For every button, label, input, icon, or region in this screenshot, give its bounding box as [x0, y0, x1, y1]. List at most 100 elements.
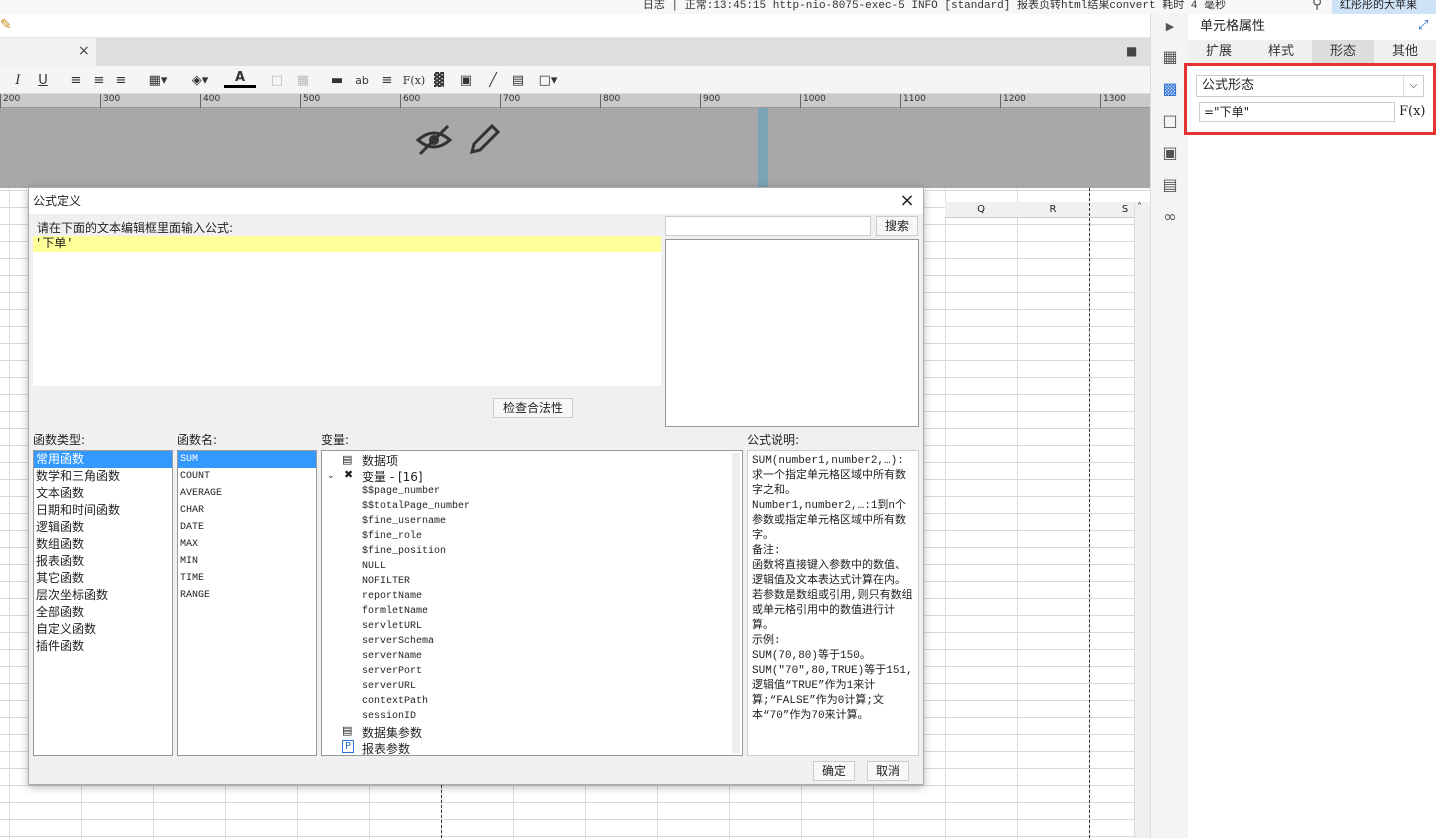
rich-text-icon[interactable]: ≡: [378, 70, 396, 90]
image-icon[interactable]: ▣: [456, 70, 476, 90]
layout-icon[interactable]: ▦: [1161, 48, 1179, 66]
function-name-list[interactable]: SUM COUNT AVERAGE CHAR DATE MAX MIN TIME…: [177, 450, 317, 756]
list-item[interactable]: COUNT: [178, 468, 316, 485]
link-icon[interactable]: ▬: [328, 70, 346, 90]
list-item[interactable]: 常用函数: [34, 451, 172, 468]
search-results[interactable]: [665, 239, 919, 427]
frame-icon[interactable]: □▾: [536, 70, 560, 90]
tree-expand-icon[interactable]: ⌄: [327, 471, 335, 481]
search-icon[interactable]: ⚲: [1312, 0, 1322, 12]
column-header-r[interactable]: R: [1017, 202, 1089, 218]
list-item[interactable]: MIN: [178, 553, 316, 570]
cancel-button[interactable]: 取消: [867, 761, 909, 781]
align-right-icon[interactable]: ≡: [111, 70, 131, 90]
border-icon[interactable]: ▦▾: [142, 70, 174, 90]
list-item[interactable]: 日期和时间函数: [34, 502, 172, 519]
list-item[interactable]: RANGE: [178, 587, 316, 604]
tree-variable[interactable]: reportName: [362, 589, 422, 604]
search-input[interactable]: [665, 216, 871, 236]
subreport-icon[interactable]: ▤: [509, 70, 527, 90]
hide-eye-icon[interactable]: [414, 122, 454, 158]
list-item[interactable]: 全部函数: [34, 604, 172, 621]
list-item[interactable]: 其它函数: [34, 570, 172, 587]
formula-editor[interactable]: '下单': [33, 236, 661, 386]
formula-field[interactable]: ="下单": [1199, 102, 1395, 122]
cell-properties-icon[interactable]: ▩: [1161, 80, 1179, 98]
tab-other[interactable]: 其他: [1374, 40, 1436, 64]
text-button[interactable]: ab: [352, 70, 372, 90]
search-button[interactable]: 搜索: [876, 216, 918, 236]
ok-button[interactable]: 确定: [813, 761, 855, 781]
tab-menu-icon[interactable]: ■: [1126, 44, 1137, 58]
list-item[interactable]: 层次坐标函数: [34, 587, 172, 604]
tree-report-params[interactable]: 报表参数: [362, 740, 410, 755]
expand-panel-icon[interactable]: ⤢: [1418, 18, 1428, 33]
chart-icon[interactable]: ▓: [430, 70, 448, 90]
split-icon[interactable]: ▦: [294, 70, 312, 90]
italic-button[interactable]: I: [10, 70, 26, 90]
formula-button[interactable]: F(x): [403, 70, 425, 90]
tree-variable[interactable]: NULL: [362, 559, 386, 574]
tree-dataset-params[interactable]: 数据集参数: [362, 724, 422, 741]
list-item[interactable]: 数组函数: [34, 536, 172, 553]
list-item[interactable]: 自定义函数: [34, 621, 172, 638]
form-type-select[interactable]: 公式形态 ⌵: [1196, 75, 1424, 97]
merge-icon[interactable]: □: [268, 70, 286, 90]
fill-color-icon[interactable]: ◈▾: [184, 70, 216, 90]
tree-variable[interactable]: servletURL: [362, 619, 422, 634]
list-item[interactable]: CHAR: [178, 502, 316, 519]
tree-variable[interactable]: formletName: [362, 604, 428, 619]
tree-variable[interactable]: serverURL: [362, 679, 416, 694]
tree-variable[interactable]: contextPath: [362, 694, 428, 709]
formula-text[interactable]: '下单': [33, 236, 661, 252]
list-item[interactable]: 插件函数: [34, 638, 172, 655]
tree-variable[interactable]: serverSchema: [362, 634, 434, 649]
close-tab-icon[interactable]: ×: [78, 43, 90, 59]
list-item[interactable]: AVERAGE: [178, 485, 316, 502]
chevron-down-icon[interactable]: ⌵: [1403, 76, 1423, 96]
list-item[interactable]: SUM: [178, 451, 316, 468]
column-resizer[interactable]: [758, 108, 768, 188]
tree-variable-group[interactable]: 变量 - [16]: [362, 468, 423, 485]
underline-button[interactable]: U: [34, 70, 52, 90]
list-item[interactable]: 文本函数: [34, 485, 172, 502]
vertical-scrollbar[interactable]: ˄: [1134, 202, 1150, 838]
collapse-arrow-icon[interactable]: ▶: [1161, 18, 1179, 36]
tree-variable[interactable]: serverPort: [362, 664, 422, 679]
list-item[interactable]: DATE: [178, 519, 316, 536]
scroll-up-icon[interactable]: ˄: [1137, 202, 1142, 213]
hyperlink-icon[interactable]: ∞: [1161, 208, 1179, 226]
tree-variable[interactable]: NOFILTER: [362, 574, 410, 589]
list-item[interactable]: 报表函数: [34, 553, 172, 570]
template-name[interactable]: 红彤彤的大苹果: [1332, 0, 1436, 14]
tree-scrollbar[interactable]: [732, 453, 740, 753]
list-item[interactable]: 数学和三角函数: [34, 468, 172, 485]
function-type-list[interactable]: 常用函数 数学和三角函数 文本函数 日期和时间函数 逻辑函数 数组函数 报表函数…: [33, 450, 173, 756]
tree-variable[interactable]: serverName: [362, 649, 422, 664]
close-icon[interactable]: ×: [897, 188, 917, 214]
check-validity-button[interactable]: 检查合法性: [493, 398, 573, 418]
list-item[interactable]: TIME: [178, 570, 316, 587]
tree-variable[interactable]: $fine_username: [362, 514, 446, 529]
tab-expand[interactable]: 扩展: [1188, 40, 1250, 64]
condition-icon[interactable]: ▤: [1161, 176, 1179, 194]
widget-icon[interactable]: □: [1161, 112, 1179, 130]
tree-variable[interactable]: $$totalPage_number: [362, 499, 470, 514]
tree-data-item[interactable]: 数据项: [362, 452, 398, 469]
tree-variable[interactable]: sessionID: [362, 709, 416, 724]
tab-style[interactable]: 样式: [1250, 40, 1312, 64]
column-header-q[interactable]: Q: [945, 202, 1017, 218]
list-item[interactable]: 逻辑函数: [34, 519, 172, 536]
slash-icon[interactable]: ╱: [484, 70, 502, 90]
formula-editor-button[interactable]: F(x): [1399, 102, 1426, 122]
variable-tree[interactable]: ▤ 数据项 ⌄ ✖ 变量 - [16] $$page_number $$tota…: [321, 450, 743, 756]
font-color-button[interactable]: A: [224, 70, 256, 88]
edit-pencil-icon[interactable]: [466, 122, 502, 158]
report-tab[interactable]: ×: [0, 38, 96, 66]
tree-variable[interactable]: $fine_role: [362, 529, 422, 544]
brush-icon[interactable]: ✎: [0, 17, 12, 33]
tab-form[interactable]: 形态: [1312, 40, 1374, 64]
align-left-icon[interactable]: ≡: [66, 70, 86, 90]
tree-variable[interactable]: $fine_position: [362, 544, 446, 559]
dropdown-widget-icon[interactable]: ▣: [1161, 144, 1179, 162]
